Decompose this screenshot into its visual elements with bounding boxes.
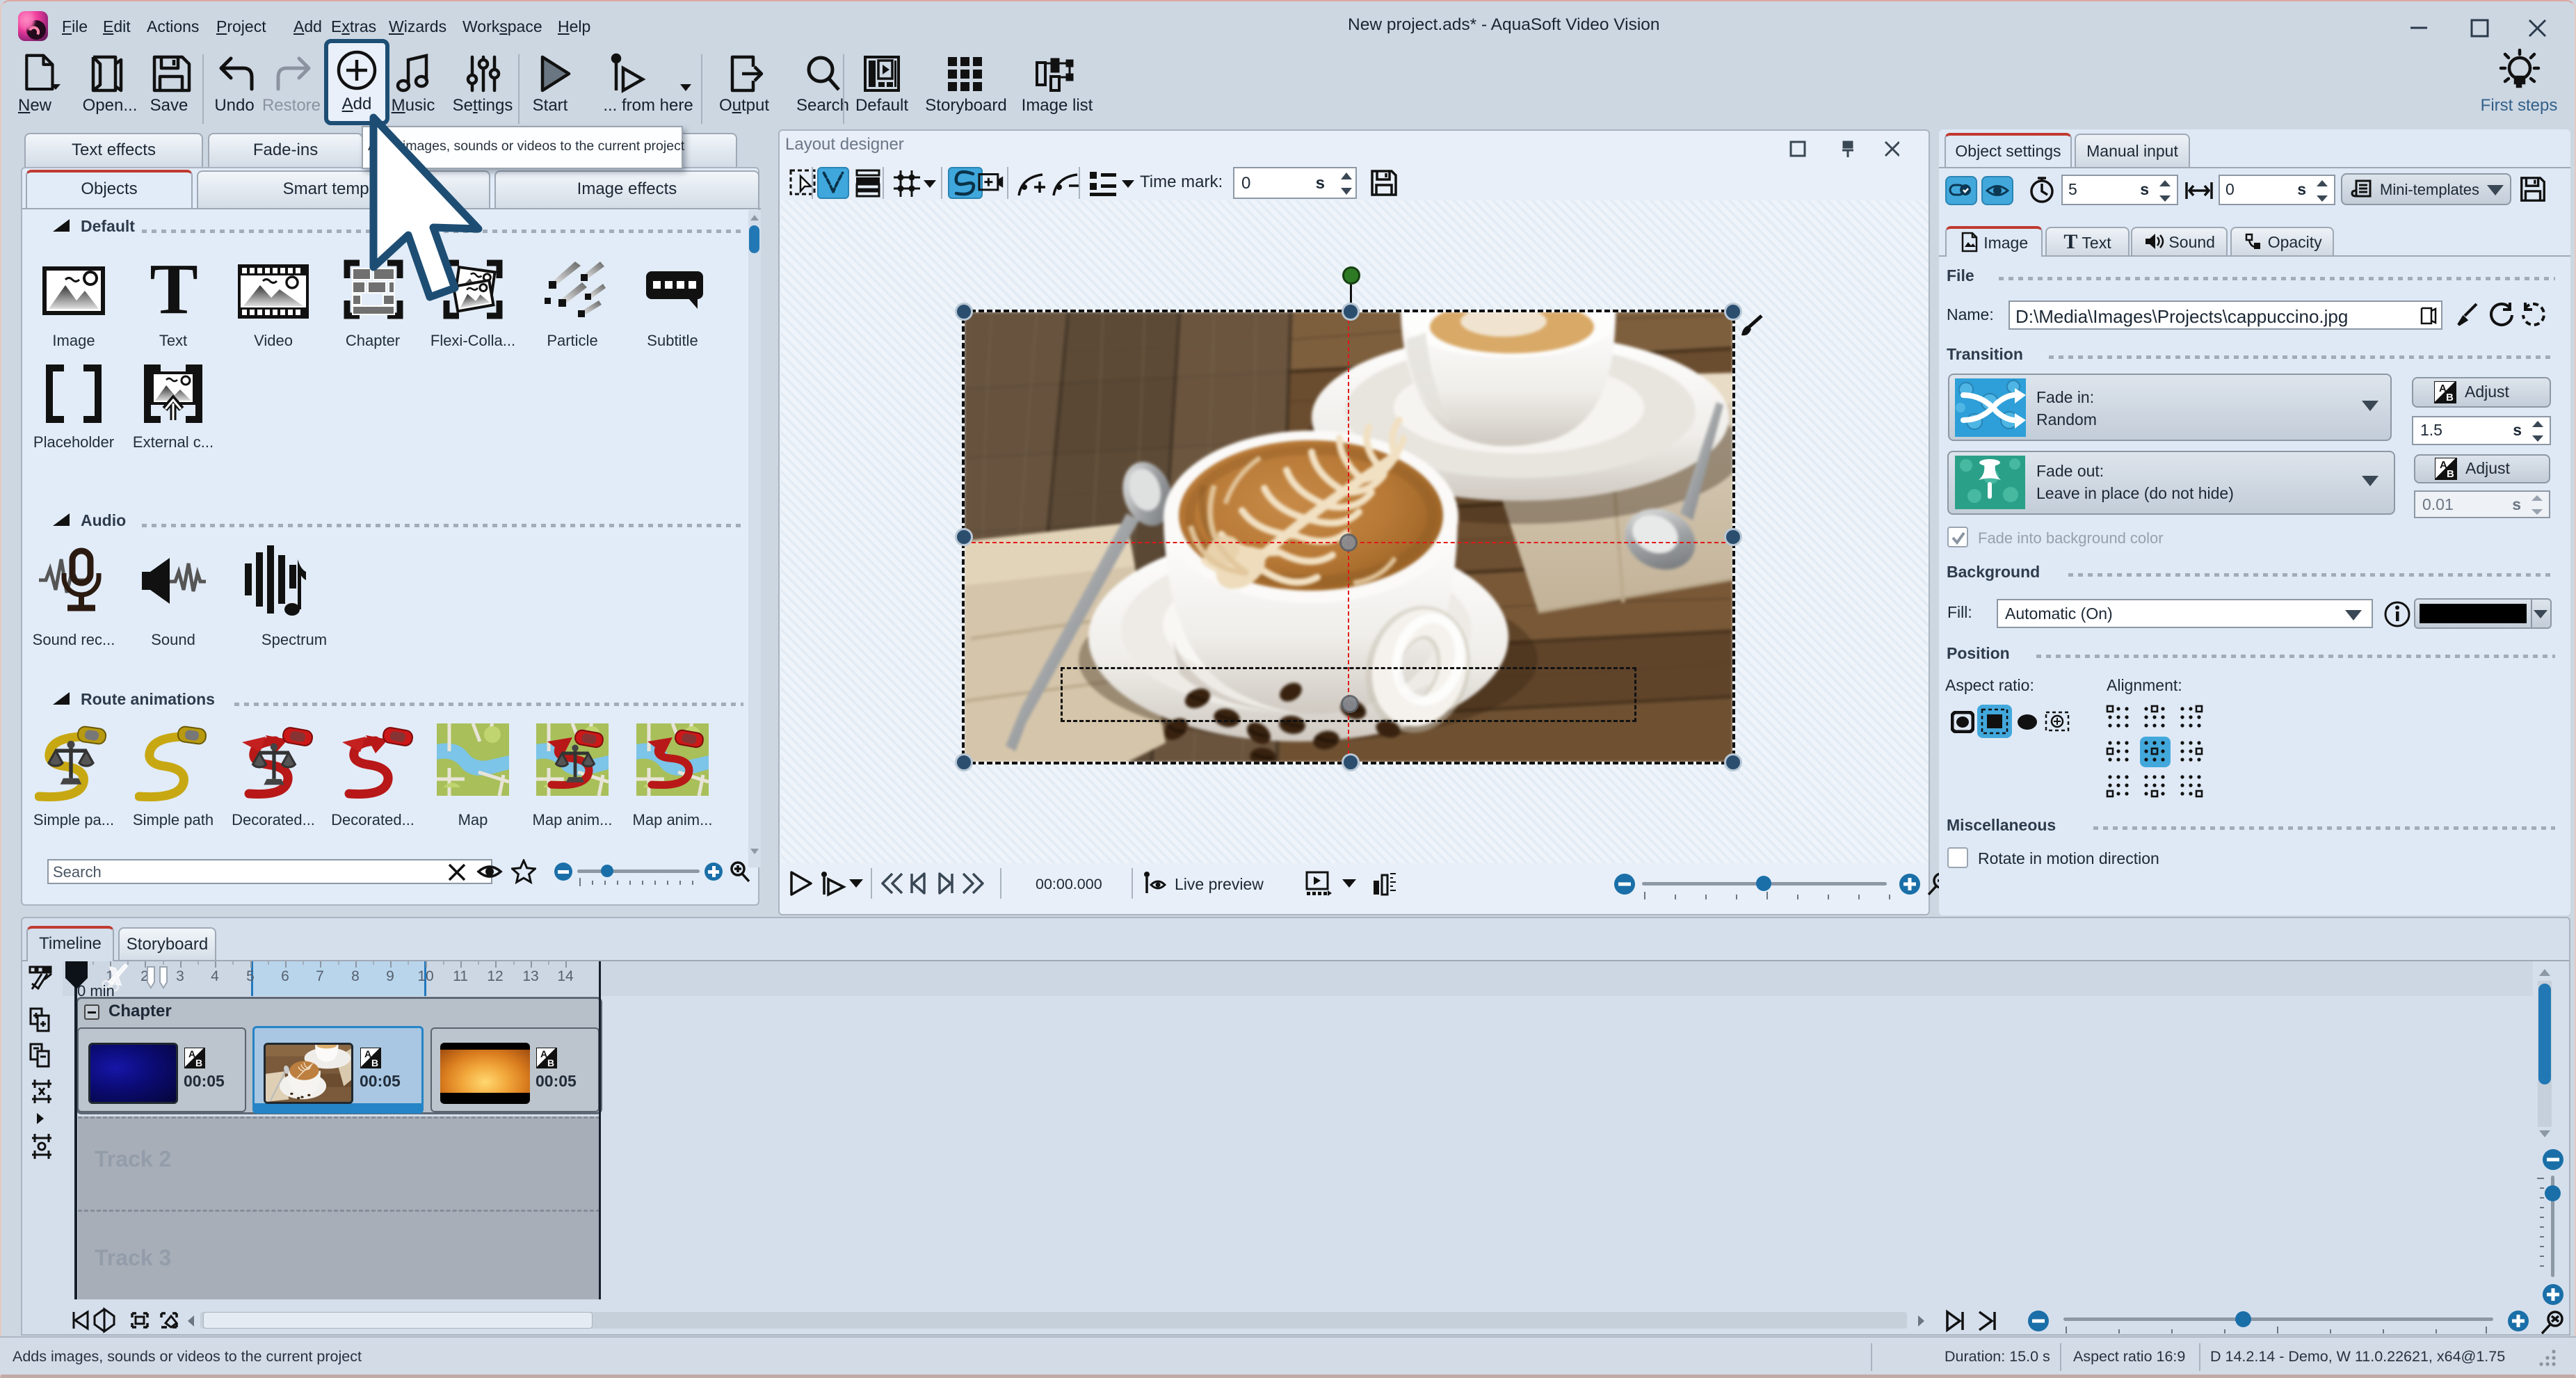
- svg-text:B: B: [2447, 468, 2454, 480]
- svg-text:T: T: [150, 259, 198, 323]
- svg-text:B: B: [547, 1057, 554, 1068]
- svg-text:A: A: [188, 1048, 195, 1059]
- svg-text:A: A: [540, 1048, 547, 1059]
- svg-text:B: B: [2446, 392, 2454, 403]
- svg-text:B: B: [195, 1057, 202, 1068]
- svg-text:B: B: [371, 1057, 378, 1068]
- svg-text:A: A: [364, 1048, 371, 1059]
